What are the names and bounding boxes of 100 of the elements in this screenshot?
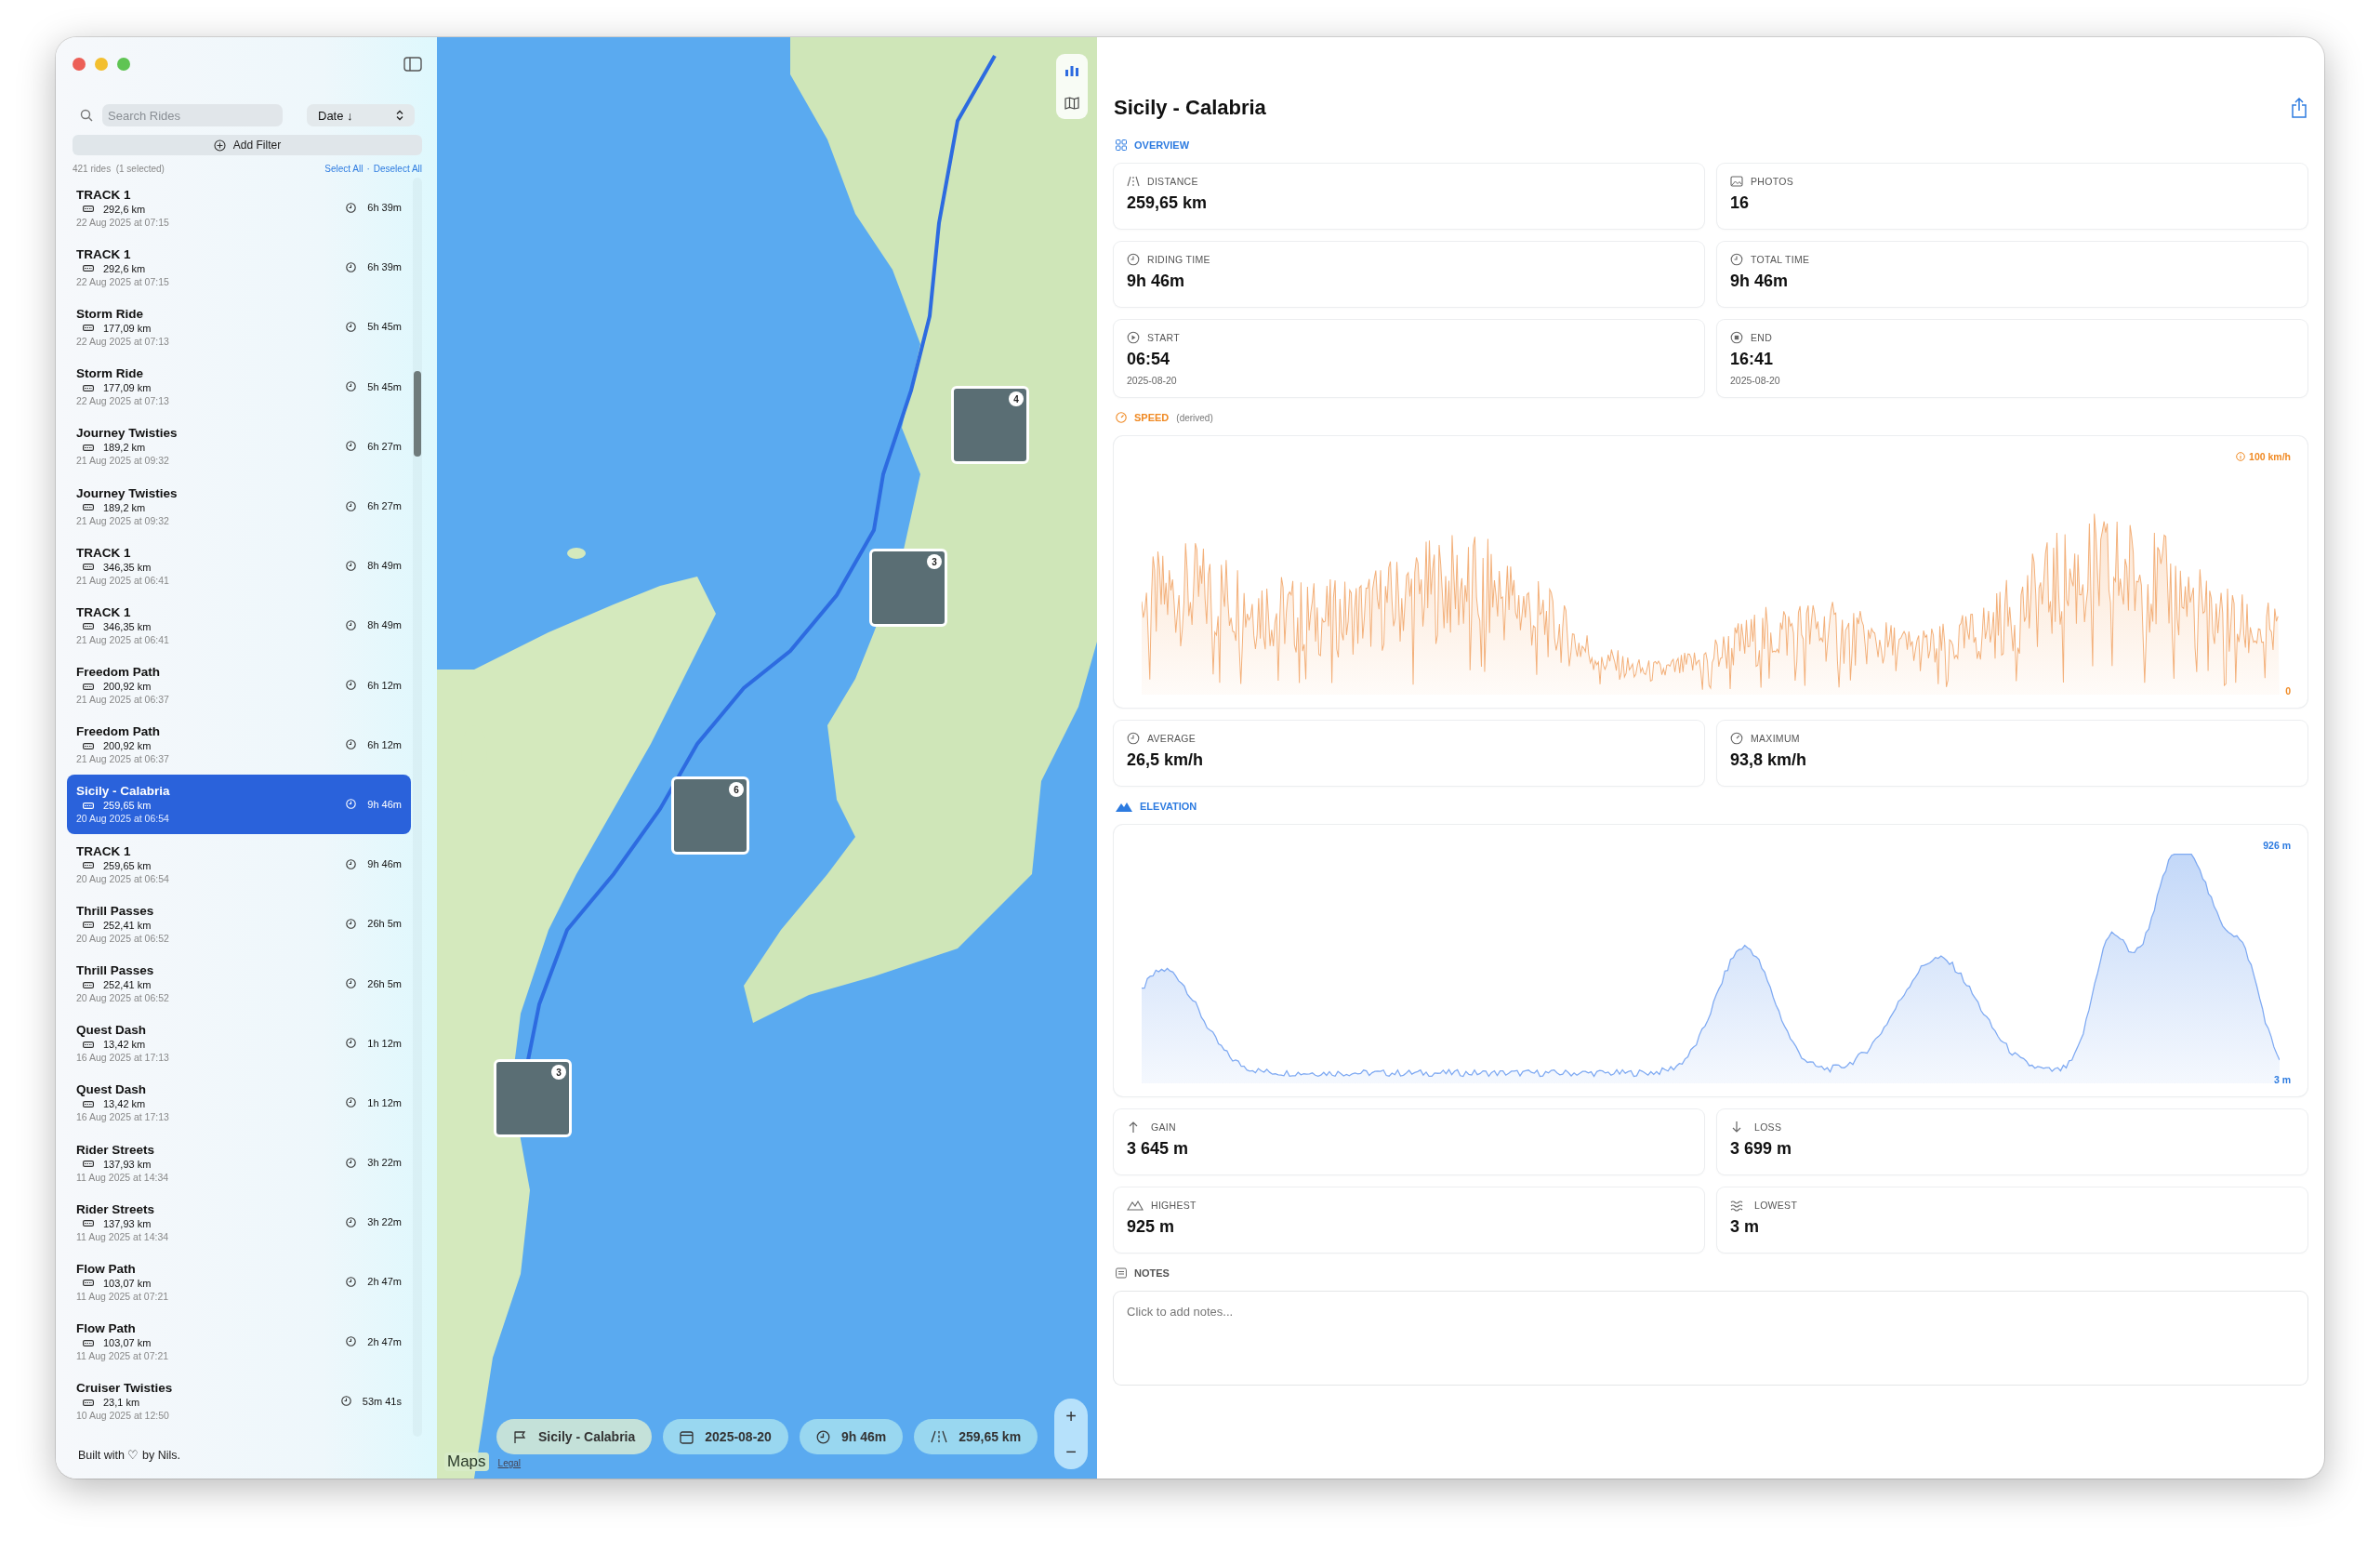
map-icon[interactable] <box>1064 96 1079 110</box>
notes-field[interactable]: Click to add notes... <box>1114 1292 2307 1385</box>
stat-label: MAXIMUM <box>1751 733 1800 744</box>
add-filter-button[interactable]: Add Filter <box>73 135 422 155</box>
clock-icon <box>1127 253 1140 266</box>
ride-name: Sicily - Calabria <box>76 784 170 799</box>
scrollbar-thumb[interactable] <box>414 371 421 457</box>
ride-list-item[interactable]: Rider Streets 137,93 km 11 Aug 2025 at 14:34 3h 22m <box>73 1192 407 1253</box>
stat-value: 26,5 km/h <box>1127 750 1205 770</box>
ride-distance: 177,09 km <box>103 382 152 394</box>
stat-label: LOSS <box>1754 1121 1782 1133</box>
ride-distance: 189,2 km <box>103 442 146 454</box>
ride-date: 20 Aug 2025 at 06:52 <box>76 932 169 944</box>
ride-duration: 6h 12m <box>367 738 402 750</box>
chart-min-label: 0 <box>2285 685 2291 696</box>
ride-distance: 13,42 km <box>103 1039 146 1051</box>
road-icon <box>83 265 94 272</box>
ride-list-item[interactable]: TRACK 1 346,35 km 21 Aug 2025 at 06:41 8h 49m <box>73 595 407 656</box>
stat-label: END <box>1751 332 1773 343</box>
ride-date: 16 Aug 2025 at 17:13 <box>76 1052 169 1064</box>
ride-count: 421 rides (1 selected) <box>73 164 165 174</box>
ride-list-item[interactable]: Thrill Passes 252,41 km 20 Aug 2025 at 06:52 26h 5m <box>73 953 407 1014</box>
ride-list-item[interactable]: Quest Dash 13,42 km 16 Aug 2025 at 17:13 1h 12m <box>73 1072 407 1133</box>
ride-duration: 6h 27m <box>367 500 402 512</box>
ride-distance: 252,41 km <box>103 919 152 931</box>
stat-value: 3 645 m <box>1127 1139 1190 1159</box>
ride-list-item[interactable]: Thrill Passes 252,41 km 20 Aug 2025 at 06:52 26h 5m <box>73 894 407 954</box>
ride-list-item[interactable]: Flow Path 103,07 km 11 Aug 2025 at 07:21 2h 47m <box>73 1252 407 1312</box>
ride-list-item[interactable]: Journey Twisties 189,2 km 21 Aug 2025 at 09:32 6h 27m <box>73 416 407 476</box>
select-all-link[interactable]: Select All <box>324 164 364 174</box>
ride-duration: 9h 46m <box>367 798 402 810</box>
clock-icon <box>346 1157 357 1168</box>
ride-list-item[interactable]: Freedom Path 200,92 km 21 Aug 2025 at 06:37 6h 12m <box>73 714 407 775</box>
road-icon <box>83 802 94 809</box>
ride-list-item[interactable]: TRACK 1 346,35 km 21 Aug 2025 at 06:41 8h 49m <box>73 536 407 596</box>
ride-distance: 177,09 km <box>103 322 152 334</box>
ride-date: 21 Aug 2025 at 09:32 <box>76 455 170 467</box>
ride-list-item[interactable]: Flow Path 103,07 km 11 Aug 2025 at 07:21 2h 47m <box>73 1311 407 1372</box>
zoom-out-button[interactable]: − <box>1057 1438 1085 1466</box>
stat-value: 06:54 <box>1127 350 1171 369</box>
ride-distance: 346,35 km <box>103 561 152 573</box>
ride-date: 10 Aug 2025 at 12:50 <box>76 1410 170 1422</box>
ride-list-item[interactable]: TRACK 1 292,6 km 22 Aug 2025 at 07:15 6h 39m <box>73 178 407 238</box>
ride-duration: 26h 5m <box>367 977 402 989</box>
chart-max-label: 926 m <box>2263 840 2291 851</box>
stat-value: 9h 46m <box>1127 272 1186 291</box>
photo-pin[interactable]: 3 <box>494 1059 572 1137</box>
ride-name: TRACK 1 <box>76 545 132 560</box>
road-icon <box>83 623 94 630</box>
road-icon <box>83 862 94 869</box>
ride-date: 21 Aug 2025 at 06:41 <box>76 574 169 586</box>
search-field[interactable]: Search Rides <box>102 104 283 126</box>
sidebar-toggle-icon[interactable] <box>403 57 422 72</box>
calendar-icon <box>680 1429 694 1444</box>
ride-name: Storm Ride <box>76 366 144 381</box>
stat-value: 16 <box>1730 193 1751 213</box>
clock-icon <box>346 261 357 272</box>
section-heading: SPEED <box>1134 412 1170 423</box>
ride-list-item[interactable]: TRACK 1 259,65 km 20 Aug 2025 at 06:54 9h 46m <box>73 834 407 895</box>
clock-icon <box>346 1038 357 1049</box>
plus-circle-icon <box>213 139 226 152</box>
ride-distance: 103,07 km <box>103 1337 152 1349</box>
ride-date: 21 Aug 2025 at 09:32 <box>76 514 170 526</box>
stat-label: LOWEST <box>1754 1200 1798 1211</box>
footer-credit: Built with ♡ by Nils. <box>77 1448 181 1464</box>
ride-duration: 6h 39m <box>367 261 402 273</box>
clock-icon <box>815 1429 830 1444</box>
stat-value: 3 699 m <box>1730 1139 1793 1159</box>
ride-duration: 3h 22m <box>367 1216 402 1228</box>
ride-list-item[interactable]: Storm Ride 177,09 km 22 Aug 2025 at 07:13 5h 45m <box>73 356 407 417</box>
ride-list-item[interactable]: Freedom Path 200,92 km 21 Aug 2025 at 06:37 6h 12m <box>73 655 407 715</box>
stat-label: DISTANCE <box>1147 176 1198 187</box>
road-icon <box>83 1220 94 1227</box>
ride-list-item[interactable]: Sicily - Calabria 259,65 km 20 Aug 2025 at 06:54 9h 46m <box>67 774 411 835</box>
ride-list-item[interactable]: TRACK 1 292,6 km 22 Aug 2025 at 07:15 6h 39m <box>73 237 407 298</box>
photo-pin[interactable]: 6 <box>671 776 749 855</box>
legal-link[interactable]: Legal <box>497 1458 522 1468</box>
clock-icon <box>346 441 357 452</box>
road-icon <box>83 564 94 571</box>
ride-duration: 5h 45m <box>367 321 402 333</box>
section-note: (derived) <box>1176 412 1213 423</box>
stat-label: RIDING TIME <box>1147 254 1210 265</box>
ride-duration: 2h 47m <box>367 1335 402 1347</box>
share-icon[interactable] <box>2291 98 2307 118</box>
ride-list-item[interactable]: Journey Twisties 189,2 km 21 Aug 2025 at 09:32 6h 27m <box>73 475 407 537</box>
zoom-in-button[interactable]: + <box>1057 1402 1085 1430</box>
clock-icon <box>346 381 357 392</box>
chart-icon[interactable] <box>1064 63 1079 77</box>
ride-list-item[interactable]: Quest Dash 13,42 km 16 Aug 2025 at 17:13 1h 12m <box>73 1013 407 1073</box>
close-button[interactable] <box>73 58 86 71</box>
ride-list-item[interactable]: Cruiser Twisties 23,1 km 10 Aug 2025 at 12:50 53m 41s <box>73 1371 407 1431</box>
ride-list-item[interactable]: Rider Streets 137,93 km 11 Aug 2025 at 14:34 3h 22m <box>73 1133 407 1193</box>
stat-value: 925 m <box>1127 1217 1176 1237</box>
ride-list-item[interactable]: Storm Ride 177,09 km 22 Aug 2025 at 07:13 5h 45m <box>73 297 407 357</box>
photo-pin[interactable]: 4 <box>951 386 1029 464</box>
ride-distance: 137,93 km <box>103 1158 152 1170</box>
search-icon <box>80 109 93 122</box>
deselect-all-link[interactable]: Deselect All <box>373 164 422 174</box>
photo-pin[interactable]: 3 <box>869 549 947 627</box>
sort-dropdown[interactable]: Date ↓ <box>307 104 415 126</box>
